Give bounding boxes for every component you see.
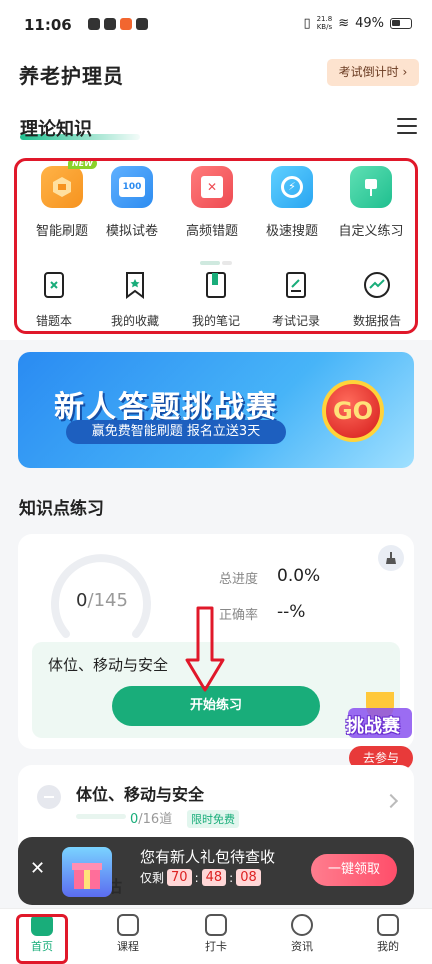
toast-message: 您有新人礼包待查收 bbox=[140, 848, 276, 866]
list-menu-icon[interactable] bbox=[397, 118, 417, 134]
vibrate-icon: ▯ bbox=[303, 15, 311, 31]
wifi-icon: ≋ bbox=[338, 15, 350, 31]
total-progress-label: 总进度 bbox=[219, 572, 259, 587]
tab-mine[interactable]: 我的 bbox=[356, 908, 420, 954]
progress-text: 0/145 bbox=[76, 590, 128, 611]
exam-countdown-button[interactable]: 考试倒计时 › bbox=[327, 59, 419, 86]
challenge-title: 挑战赛 bbox=[346, 716, 400, 737]
broom-icon[interactable] bbox=[378, 545, 404, 571]
claim-gift-button[interactable]: 一键领取 bbox=[311, 854, 397, 886]
timer-minutes: 48 bbox=[201, 869, 227, 886]
section-title: 理论知识 bbox=[20, 119, 92, 140]
battery-text: 49% bbox=[355, 15, 384, 31]
profile-icon bbox=[377, 914, 399, 936]
app-title: 养老护理员 bbox=[19, 64, 124, 88]
list-item-count: 0/16道 bbox=[130, 808, 172, 827]
tab-courses[interactable]: 课程 bbox=[96, 908, 160, 954]
gift-icon bbox=[62, 847, 112, 897]
knowledge-title: 知识点练习 bbox=[19, 499, 104, 519]
tab-label: 我的 bbox=[377, 940, 399, 953]
total-progress-value: 0.0% bbox=[277, 566, 321, 586]
timer-prefix: 仅剩 bbox=[140, 871, 165, 885]
arrow-down-icon bbox=[185, 606, 225, 692]
go-button[interactable]: GO bbox=[322, 380, 384, 442]
list-progress-bar bbox=[76, 814, 126, 819]
net-speed: 21.8 KB/s bbox=[316, 15, 333, 31]
progress-total: 145 bbox=[93, 590, 128, 611]
timer-seconds: 08 bbox=[236, 869, 261, 886]
tab-label: 资讯 bbox=[291, 940, 313, 953]
status-time: 11:06 bbox=[24, 16, 72, 34]
start-practice-button[interactable]: 开始练习 bbox=[112, 686, 320, 726]
chevron-right-icon: › bbox=[402, 65, 408, 79]
status-right: ▯ 21.8 KB/s ≋ 49% bbox=[303, 15, 412, 31]
list-item-title: 体位、移动与安全 bbox=[76, 785, 205, 804]
toast-timer: 仅剩 70: 48: 08 bbox=[140, 869, 261, 886]
calendar-icon bbox=[205, 914, 227, 936]
tab-label: 课程 bbox=[117, 940, 139, 953]
accuracy-value: --% bbox=[277, 602, 306, 622]
progress-done: 0 bbox=[76, 590, 88, 611]
play-icon bbox=[117, 914, 139, 936]
tab-label: 打卡 bbox=[205, 940, 227, 953]
highlight-box bbox=[16, 914, 68, 964]
close-icon[interactable]: ✕ bbox=[30, 858, 45, 879]
battery-icon bbox=[390, 17, 412, 29]
tab-news[interactable]: 资讯 bbox=[270, 908, 334, 954]
countdown-label: 考试倒计时 bbox=[338, 65, 399, 79]
list-total: /16道 bbox=[138, 812, 173, 827]
compass-icon bbox=[291, 914, 313, 936]
banner-subtitle: 赢免费智能刷题 报名立送3天 bbox=[66, 420, 286, 444]
highlight-box bbox=[14, 158, 418, 334]
timer-hours: 70 bbox=[167, 869, 192, 886]
free-tag: 限时免费 bbox=[187, 810, 239, 828]
notification-icons bbox=[88, 18, 148, 30]
collapse-icon[interactable] bbox=[37, 785, 61, 809]
topic-title: 体位、移动与安全 bbox=[48, 656, 169, 674]
tab-checkin[interactable]: 打卡 bbox=[184, 908, 248, 954]
